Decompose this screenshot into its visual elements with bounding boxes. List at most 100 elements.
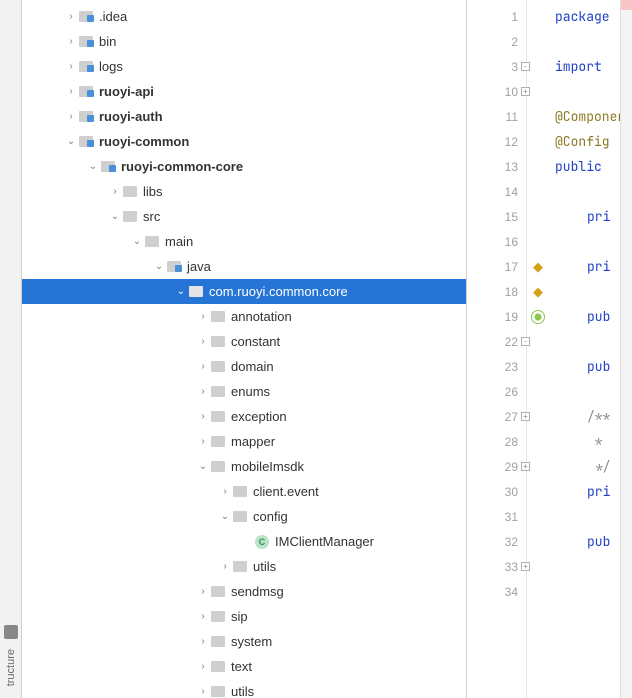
tree-item-sip[interactable]: ›sip <box>22 604 466 629</box>
chevron-icon[interactable]: › <box>196 636 210 647</box>
line-number[interactable]: 31 <box>467 504 526 529</box>
line-number[interactable]: 13 <box>467 154 526 179</box>
code-line[interactable] <box>549 504 620 529</box>
fold-toggle-icon[interactable]: + <box>521 562 530 571</box>
chevron-icon[interactable]: › <box>196 661 210 672</box>
tree-item-config[interactable]: ⌄config <box>22 504 466 529</box>
chevron-icon[interactable]: › <box>108 186 122 197</box>
line-number[interactable]: 22- <box>467 329 526 354</box>
tree-item-java[interactable]: ⌄java <box>22 254 466 279</box>
chevron-icon[interactable]: ⌄ <box>130 236 144 247</box>
chevron-icon[interactable]: › <box>64 61 78 72</box>
code-line[interactable] <box>549 179 620 204</box>
tree-item-exception[interactable]: ›exception <box>22 404 466 429</box>
chevron-icon[interactable]: › <box>218 486 232 497</box>
chevron-icon[interactable]: › <box>196 386 210 397</box>
tree-item-ruoyi-common[interactable]: ⌄ruoyi-common <box>22 129 466 154</box>
chevron-icon[interactable]: › <box>196 611 210 622</box>
line-number[interactable]: 33+ <box>467 554 526 579</box>
line-number[interactable]: 2 <box>467 29 526 54</box>
tree-item-ruoyi-common-core[interactable]: ⌄ruoyi-common-core <box>22 154 466 179</box>
chevron-icon[interactable]: ⌄ <box>108 211 122 222</box>
line-number[interactable]: 1 <box>467 4 526 29</box>
tree-item--idea[interactable]: ›.idea <box>22 4 466 29</box>
line-number[interactable]: 23 <box>467 354 526 379</box>
code-line[interactable]: pub <box>549 354 620 379</box>
structure-tool-button[interactable]: tructure <box>5 645 17 690</box>
tree-item-domain[interactable]: ›domain <box>22 354 466 379</box>
chevron-icon[interactable]: ⌄ <box>64 136 78 147</box>
code-line[interactable] <box>549 79 620 104</box>
tree-item-utils[interactable]: ›utils <box>22 679 466 698</box>
code-line[interactable]: @Config <box>549 129 620 154</box>
chevron-icon[interactable]: › <box>64 86 78 97</box>
line-number[interactable]: 16 <box>467 229 526 254</box>
chevron-icon[interactable]: › <box>196 361 210 372</box>
tree-item-logs[interactable]: ›logs <box>22 54 466 79</box>
line-number[interactable]: 26 <box>467 379 526 404</box>
chevron-icon[interactable]: › <box>64 11 78 22</box>
code-line[interactable]: package <box>549 4 620 29</box>
tree-item-sendmsg[interactable]: ›sendmsg <box>22 579 466 604</box>
fold-toggle-icon[interactable]: + <box>521 412 530 421</box>
line-number[interactable]: 27+ <box>467 404 526 429</box>
code-line[interactable]: */ <box>549 454 620 479</box>
line-number[interactable]: 17 <box>467 254 526 279</box>
structure-tool-icon[interactable] <box>4 625 18 639</box>
chevron-icon[interactable]: › <box>196 311 210 322</box>
tree-item-text[interactable]: ›text <box>22 654 466 679</box>
chevron-icon[interactable]: › <box>196 436 210 447</box>
code-line[interactable] <box>549 229 620 254</box>
chevron-icon[interactable]: ⌄ <box>174 286 188 297</box>
code-line[interactable] <box>549 29 620 54</box>
line-number[interactable]: 3- <box>467 54 526 79</box>
line-number[interactable]: 12 <box>467 129 526 154</box>
line-number[interactable]: 34 <box>467 579 526 604</box>
line-number[interactable]: 11 <box>467 104 526 129</box>
code-line[interactable]: @Componer <box>549 104 620 129</box>
code-line[interactable]: pri <box>549 254 620 279</box>
code-editor[interactable]: packageimport @Componer@Configpublic pri… <box>549 0 620 698</box>
spring-gutter-icon[interactable] <box>531 310 545 324</box>
chevron-icon[interactable]: ⌄ <box>152 261 166 272</box>
code-line[interactable]: import <box>549 54 620 79</box>
bean-gutter-icon[interactable]: ◆ <box>533 259 543 275</box>
tree-item-utils[interactable]: ›utils <box>22 554 466 579</box>
line-number[interactable]: 28 <box>467 429 526 454</box>
fold-toggle-icon[interactable]: + <box>521 462 530 471</box>
line-number[interactable]: 30 <box>467 479 526 504</box>
code-line[interactable]: * <box>549 429 620 454</box>
code-line[interactable] <box>549 279 620 304</box>
chevron-icon[interactable]: › <box>218 561 232 572</box>
tree-item-main[interactable]: ⌄main <box>22 229 466 254</box>
chevron-icon[interactable]: › <box>196 586 210 597</box>
tree-item-imclientmanager[interactable]: CIMClientManager <box>22 529 466 554</box>
error-stripe-marker[interactable] <box>621 0 632 10</box>
line-number[interactable]: 29+ <box>467 454 526 479</box>
bean-gutter-icon[interactable]: ◆ <box>533 284 543 300</box>
tree-item-libs[interactable]: ›libs <box>22 179 466 204</box>
tree-item-enums[interactable]: ›enums <box>22 379 466 404</box>
line-number[interactable]: 32 <box>467 529 526 554</box>
tree-item-mapper[interactable]: ›mapper <box>22 429 466 454</box>
fold-toggle-icon[interactable]: + <box>521 87 530 96</box>
tree-item-constant[interactable]: ›constant <box>22 329 466 354</box>
chevron-icon[interactable]: ⌄ <box>196 461 210 472</box>
line-number[interactable]: 19 <box>467 304 526 329</box>
code-line[interactable]: pri <box>549 204 620 229</box>
tree-item-src[interactable]: ⌄src <box>22 204 466 229</box>
project-tree[interactable]: ›.idea›bin›logs›ruoyi-api›ruoyi-auth⌄ruo… <box>22 0 467 698</box>
tree-item-annotation[interactable]: ›annotation <box>22 304 466 329</box>
code-line[interactable]: /** <box>549 404 620 429</box>
fold-toggle-icon[interactable]: - <box>521 62 530 71</box>
chevron-icon[interactable]: ⌄ <box>218 511 232 522</box>
line-number-gutter[interactable]: 123-10+11121314151617181922-232627+2829+… <box>467 0 527 698</box>
line-number[interactable]: 14 <box>467 179 526 204</box>
code-line[interactable]: pub <box>549 529 620 554</box>
code-line[interactable]: pri <box>549 479 620 504</box>
fold-toggle-icon[interactable]: - <box>521 337 530 346</box>
chevron-icon[interactable]: › <box>196 686 210 697</box>
chevron-icon[interactable]: ⌄ <box>86 161 100 172</box>
chevron-icon[interactable]: › <box>196 411 210 422</box>
code-line[interactable] <box>549 379 620 404</box>
